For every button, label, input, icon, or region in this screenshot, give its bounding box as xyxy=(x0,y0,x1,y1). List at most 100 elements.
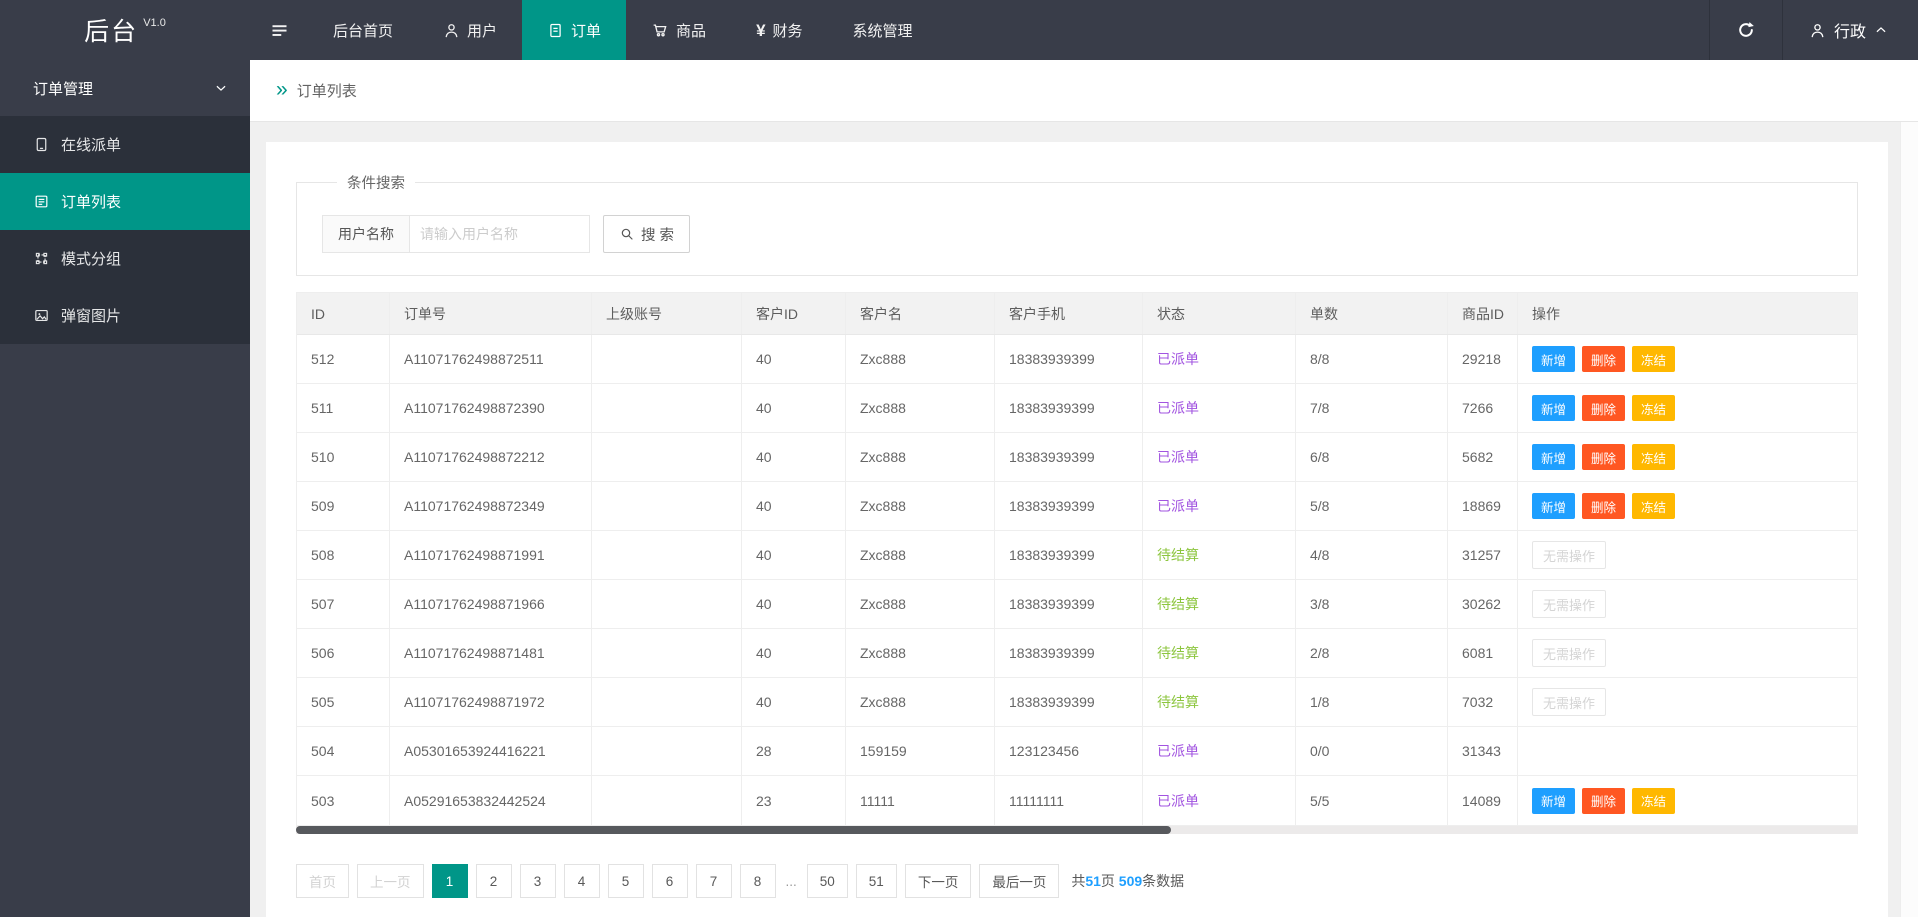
pagination-summary-number: 509 xyxy=(1118,873,1143,889)
nav-item-3[interactable]: 订单 xyxy=(522,0,627,60)
sidebar-item-label: 模式分组 xyxy=(61,251,122,268)
sidebar-item-1[interactable]: 在线派单 xyxy=(0,116,250,173)
add-button[interactable]: 新增 xyxy=(1532,346,1576,372)
add-button[interactable]: 新增 xyxy=(1532,787,1576,814)
delete-button[interactable]: 删除 xyxy=(1582,444,1626,470)
vertical-scrollbar[interactable] xyxy=(1900,122,1918,917)
cell-phone: 123123456 xyxy=(995,727,1143,775)
add-button[interactable]: 新增 xyxy=(1532,444,1576,470)
cell-count: 7/8 xyxy=(1296,384,1448,432)
pagination-button[interactable]: 8 xyxy=(739,864,776,898)
cell-product-id: 29218 xyxy=(1448,335,1518,383)
pagination-button[interactable]: 1 xyxy=(431,864,468,898)
menu-toggle-button[interactable] xyxy=(250,0,308,60)
table-header-row: ID 订单号 上级账号 客户ID 客户名 客户手机 状态 单数 商品ID 操作 xyxy=(297,293,1857,335)
freeze-button[interactable]: 冻结 xyxy=(1632,493,1676,519)
pagination-summary-text: 共 xyxy=(1071,873,1086,889)
nav-item-4[interactable]: 商品 xyxy=(626,0,731,60)
pagination-button[interactable]: 51 xyxy=(855,864,897,898)
cart-icon xyxy=(651,21,669,39)
pagination-button[interactable]: 50 xyxy=(806,864,848,898)
pagination-button[interactable]: 7 xyxy=(695,864,732,898)
add-button[interactable]: 新增 xyxy=(1532,493,1576,519)
nav-item-label: 后台首页 xyxy=(333,22,394,40)
cell-parent xyxy=(592,629,742,677)
add-button[interactable]: 新增 xyxy=(1532,395,1576,421)
cell-id: 504 xyxy=(297,727,390,775)
no-action-button: 无需操作 xyxy=(1532,541,1607,569)
cell-count: 2/8 xyxy=(1296,629,1448,677)
cell-customer-name: Zxc888 xyxy=(846,678,995,726)
table-body: 512 A11071762498872511 40 Zxc888 18383939399… xyxy=(297,335,1857,825)
cell-customer-name: Zxc888 xyxy=(846,629,995,677)
cell-order-no: A11071762498872390 xyxy=(390,384,592,432)
pagination-button[interactable]: 4 xyxy=(563,864,600,898)
pagination-button[interactable]: 6 xyxy=(651,864,688,898)
cell-order-no: A11071762498871481 xyxy=(390,629,592,677)
cell-actions: 无需操作 xyxy=(1518,580,1857,628)
pagination-button[interactable]: 上一页 xyxy=(357,864,424,898)
cell-customer-id: 40 xyxy=(742,335,846,383)
pagination-button[interactable]: 3 xyxy=(519,864,556,898)
horizontal-scrollbar[interactable] xyxy=(296,826,1858,834)
status-badge: 已派单 xyxy=(1157,449,1199,465)
sidebar-item-3[interactable]: 模式分组 xyxy=(0,230,250,287)
freeze-button[interactable]: 冻结 xyxy=(1632,395,1676,421)
sidebar-item-2[interactable]: 订单列表 xyxy=(0,173,250,230)
cell-status: 已派单 xyxy=(1143,482,1296,530)
nav-item-label: 用户 xyxy=(467,22,498,40)
freeze-button[interactable]: 冻结 xyxy=(1632,787,1676,814)
user-icon xyxy=(443,22,460,39)
status-badge: 待结算 xyxy=(1157,645,1199,661)
cell-status: 待结算 xyxy=(1143,629,1296,677)
delete-button[interactable]: 删除 xyxy=(1582,787,1626,814)
sidebar-item-label: 在线派单 xyxy=(61,137,122,154)
sidebar-group-label: 订单管理 xyxy=(33,80,94,98)
cell-id: 508 xyxy=(297,531,390,579)
cell-phone: 11111111 xyxy=(995,776,1143,825)
cell-parent xyxy=(592,482,742,530)
refresh-button[interactable] xyxy=(1708,0,1783,60)
pagination-button[interactable]: 5 xyxy=(607,864,644,898)
sidebar-item-label: 订单列表 xyxy=(61,194,122,211)
cell-product-id: 30262 xyxy=(1448,580,1518,628)
nav-item-2[interactable]: 用户 xyxy=(418,0,522,60)
nav-item-6[interactable]: 系统管理 xyxy=(828,0,938,60)
delete-button[interactable]: 删除 xyxy=(1582,493,1626,519)
freeze-button[interactable]: 冻结 xyxy=(1632,444,1676,470)
cell-product-id: 14089 xyxy=(1448,776,1518,825)
nav-item-label: 财务 xyxy=(772,22,803,40)
delete-button[interactable]: 删除 xyxy=(1582,395,1626,421)
nav-item-1[interactable]: 后台首页 xyxy=(308,0,418,60)
cell-parent xyxy=(592,580,742,628)
sidebar-group-order-management[interactable]: 订单管理 xyxy=(0,60,250,116)
cell-id: 511 xyxy=(297,384,390,432)
cell-order-no: A11071762498871966 xyxy=(390,580,592,628)
cell-actions: 无需操作 xyxy=(1518,531,1857,579)
pagination-summary-text: 条数据 xyxy=(1142,873,1185,889)
no-action-button: 无需操作 xyxy=(1532,688,1607,716)
yen-icon: ¥ xyxy=(756,20,766,40)
status-badge: 已派单 xyxy=(1157,351,1199,367)
username-input[interactable] xyxy=(410,215,590,253)
cell-actions: 无需操作 xyxy=(1518,678,1857,726)
delete-button[interactable]: 删除 xyxy=(1582,346,1626,372)
pagination-button[interactable]: 下一页 xyxy=(904,864,972,898)
search-button[interactable]: 搜 索 xyxy=(603,215,691,253)
pagination-button[interactable]: 首页 xyxy=(296,864,349,898)
user-menu[interactable]: 行政 xyxy=(1783,0,1918,60)
sidebar-item-4[interactable]: 弹窗图片 xyxy=(0,287,250,344)
search-form: 用户名称 搜 索 xyxy=(322,215,1832,253)
cell-count: 0/0 xyxy=(1296,727,1448,775)
horizontal-scrollbar-thumb[interactable] xyxy=(296,826,1171,834)
cell-product-id: 31257 xyxy=(1448,531,1518,579)
pagination-button[interactable]: 2 xyxy=(475,864,512,898)
pagination-summary-text: 页 xyxy=(1100,873,1119,889)
nav-item-5[interactable]: ¥ 财务 xyxy=(731,0,827,60)
pagination-summary: 共51页 509条数据 xyxy=(1071,871,1184,891)
pagination-button[interactable]: 最后一页 xyxy=(979,864,1060,898)
freeze-button[interactable]: 冻结 xyxy=(1632,346,1676,372)
cell-customer-id: 40 xyxy=(742,531,846,579)
app-logo: 后台 V1.0 xyxy=(0,0,250,60)
cell-count: 1/8 xyxy=(1296,678,1448,726)
